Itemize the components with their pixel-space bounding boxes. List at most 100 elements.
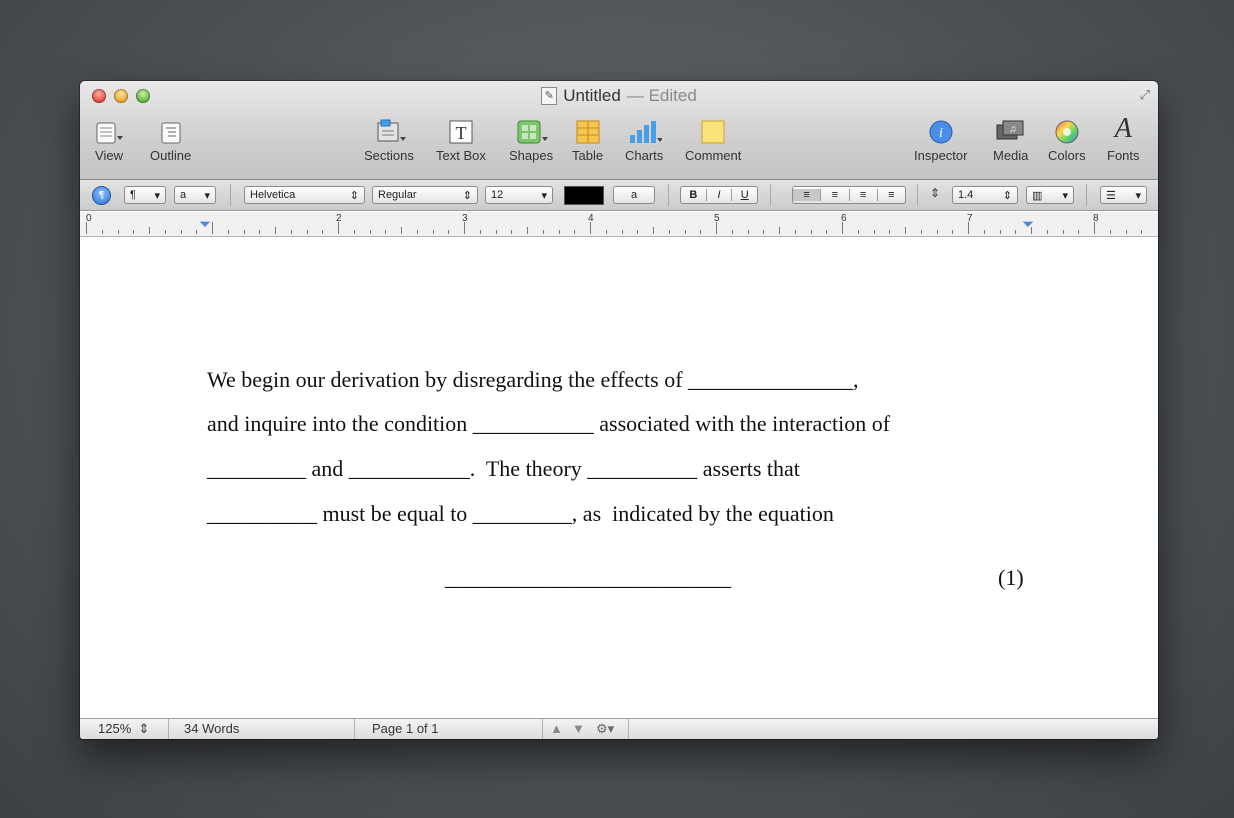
text-style-group: B I U — [680, 186, 758, 204]
line-spacing-icon: ⇕ — [930, 186, 941, 200]
columns-select[interactable]: ▥ ▾ — [1026, 186, 1074, 204]
ruler-tick — [842, 222, 843, 234]
next-page-icon[interactable]: ▼ — [572, 721, 585, 736]
ruler-tick — [1000, 230, 1001, 234]
italic-button[interactable]: I — [705, 189, 733, 201]
ruler-tick — [952, 230, 953, 234]
list-style-select[interactable]: ☰ ▾ — [1100, 186, 1147, 204]
ruler-tick — [1031, 227, 1032, 234]
inspector-button[interactable]: i Inspector — [914, 119, 967, 163]
ruler-tick — [149, 227, 150, 234]
svg-text:♫: ♫ — [1009, 124, 1017, 135]
ruler-tick — [653, 227, 654, 234]
alignment-group: ≡ ≡ ≡ ≡ — [792, 186, 906, 204]
view-button[interactable]: View — [94, 119, 124, 163]
fonts-icon: A — [1114, 113, 1132, 144]
view-label: View — [95, 148, 123, 163]
ruler-tick — [1063, 230, 1064, 234]
body-line-1: We begin our derivation by disregarding … — [207, 367, 859, 392]
comment-icon — [700, 119, 726, 145]
styles-drawer-icon[interactable]: ¶ — [92, 186, 111, 205]
character-style-select[interactable]: a ▾ — [174, 186, 216, 204]
fonts-button[interactable]: A Fonts — [1107, 113, 1140, 163]
ruler-tick — [921, 230, 922, 234]
right-indent-marker[interactable]: ⏷ — [1022, 216, 1034, 233]
textbox-icon: T — [447, 119, 475, 145]
document-page[interactable]: We begin our derivation by disregarding … — [80, 237, 1158, 718]
columns-icon: ▥ — [1032, 189, 1043, 202]
align-center-icon[interactable]: ≡ — [820, 189, 848, 201]
ruler-tick — [307, 230, 308, 234]
ruler-tick — [1126, 230, 1127, 234]
sections-icon — [372, 119, 406, 145]
font-style-select[interactable]: Regular ⇕ — [372, 186, 478, 204]
divider — [770, 184, 771, 206]
ruler-tick — [433, 230, 434, 234]
ruler-tick — [779, 227, 780, 234]
ruler-tick — [338, 222, 339, 234]
ruler-tick — [763, 230, 764, 234]
media-button[interactable]: ♫ Media — [993, 119, 1028, 163]
table-button[interactable]: Table — [572, 119, 603, 163]
inspector-label: Inspector — [914, 148, 968, 163]
charts-button[interactable]: Charts — [625, 119, 663, 163]
text-color-well[interactable] — [564, 186, 604, 205]
outline-label: Outline — [150, 148, 192, 163]
zoom-select[interactable]: 125% ⇕ — [98, 721, 149, 737]
chevron-down-icon: ▾ — [1062, 189, 1068, 202]
fullscreen-icon[interactable]: ⤢ — [1140, 87, 1150, 103]
comment-button[interactable]: Comment — [685, 119, 741, 163]
left-indent-marker[interactable]: ⏷ — [199, 216, 211, 233]
ruler-tick — [1015, 230, 1016, 234]
font-size-select[interactable]: 12 ▾ — [485, 186, 553, 204]
ruler-tick — [370, 230, 371, 234]
align-justify-icon[interactable]: ≡ — [876, 189, 905, 201]
ruler-tick — [212, 222, 213, 234]
ruler-tick — [496, 230, 497, 234]
textbox-button[interactable]: T Text Box — [436, 119, 486, 163]
bold-button[interactable]: B — [681, 189, 706, 201]
font-family-select[interactable]: Helvetica ⇕ — [244, 186, 365, 204]
ruler-tick — [354, 230, 355, 234]
previous-page-icon[interactable]: ▲ — [550, 721, 563, 736]
charts-label: Charts — [625, 148, 664, 163]
ruler-tick — [559, 230, 560, 234]
ruler-tick — [165, 230, 166, 234]
divider — [230, 184, 231, 206]
ruler-tick — [889, 230, 890, 234]
edited-label: — Edited — [626, 86, 697, 105]
ruler-tick — [196, 230, 197, 234]
underline-button[interactable]: U — [732, 189, 757, 201]
shapes-icon — [514, 119, 549, 145]
line-spacing-select[interactable]: 1.4 ⇕ — [952, 186, 1018, 204]
status-bar: 125% ⇕ 34 Words Page 1 of 1 ▲ ▼ ⚙▾ — [80, 718, 1158, 739]
align-right-icon[interactable]: ≡ — [848, 189, 877, 201]
sections-button[interactable]: Sections — [364, 119, 414, 163]
format-bar: ¶ ¶ ▾ a ▾ Helvetica ⇕ Regular ⇕ 12 ▾ a B I U … — [80, 180, 1158, 211]
ruler-tick — [118, 230, 119, 234]
outline-button[interactable]: Outline — [150, 119, 191, 163]
ruler-tick — [669, 230, 670, 234]
body-line-4: __________ must be equal to _________, a… — [207, 501, 834, 526]
ruler-tick — [905, 227, 906, 234]
paragraph-style-select[interactable]: ¶ ▾ — [124, 186, 166, 204]
ruler-tick — [606, 230, 607, 234]
ruler[interactable]: ⏷ ⏷ 02345678 — [80, 212, 1158, 237]
view-icon — [94, 119, 124, 145]
ruler-tick — [275, 227, 276, 234]
colors-button[interactable]: Colors — [1048, 119, 1086, 163]
shapes-button[interactable]: Shapes — [509, 119, 553, 163]
gear-icon[interactable]: ⚙▾ — [596, 721, 614, 737]
highlight-color-well[interactable]: a — [613, 186, 655, 204]
svg-text:T: T — [455, 123, 466, 143]
body-line-3: _________ and ___________. The theory __… — [207, 456, 800, 481]
ruler-tick — [1078, 230, 1079, 234]
ruler-tick — [858, 230, 859, 234]
colors-label: Colors — [1048, 148, 1086, 163]
ruler-tick — [133, 230, 134, 234]
table-icon — [575, 119, 601, 145]
inspector-icon: i — [928, 119, 954, 145]
font-family-value: Helvetica — [250, 189, 296, 201]
ruler-tick — [448, 230, 449, 234]
align-left-icon[interactable]: ≡ — [793, 189, 821, 201]
